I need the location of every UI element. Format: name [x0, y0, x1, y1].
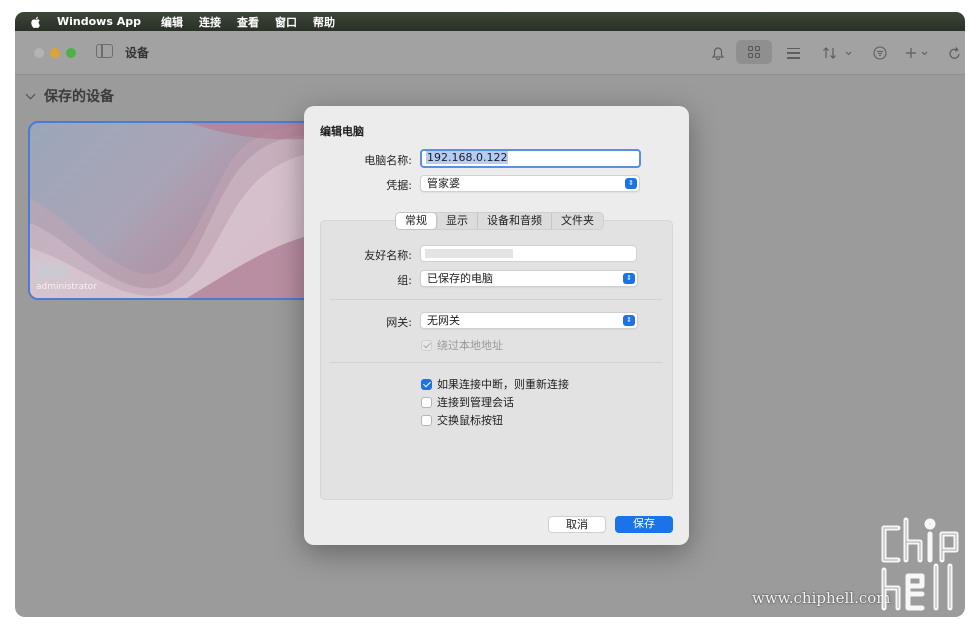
checkbox-box [421, 378, 432, 390]
toolbar: 设备 [15, 31, 965, 75]
divider [330, 299, 662, 300]
admin-session-checkbox[interactable]: 连接到管理会话 [421, 394, 514, 410]
save-button[interactable]: 保存 [615, 516, 673, 533]
saved-devices-header[interactable]: 保存的设备 [25, 86, 114, 106]
chevron-down-icon [25, 89, 36, 100]
tab-devices-audio[interactable]: 设备和音频 [478, 213, 552, 229]
chevron-updown-icon: ⇕ [623, 315, 635, 326]
menu-view[interactable]: 查看 [237, 14, 259, 30]
menu-help[interactable]: 帮助 [313, 14, 335, 30]
menu-app-name[interactable]: Windows App [57, 15, 141, 28]
menu-edit[interactable]: 编辑 [161, 14, 183, 30]
chiphell-logo [881, 517, 959, 611]
menu-connect[interactable]: 连接 [199, 14, 221, 30]
add-button[interactable] [904, 43, 934, 63]
reconnect-checkbox[interactable]: 如果连接中断，则重新连接 [421, 376, 569, 392]
device-username: administrator [36, 282, 97, 292]
chevron-updown-icon: ⇕ [625, 178, 637, 189]
credentials-select[interactable]: 管家婆 ⇕ [420, 175, 640, 192]
bell-icon[interactable] [710, 43, 726, 63]
grid-icon [748, 46, 760, 58]
credentials-value: 管家婆 [427, 177, 460, 190]
user-avatar [35, 263, 67, 279]
menu-window[interactable]: 窗口 [275, 14, 297, 30]
gateway-label: 网关: [386, 316, 412, 329]
sort-button[interactable] [821, 43, 857, 63]
friendly-name-input[interactable] [420, 245, 637, 262]
pc-name-input[interactable]: 192.168.0.122 [420, 149, 641, 168]
bypass-local-checkbox[interactable]: 绕过本地地址 [421, 337, 503, 353]
device-card[interactable]: administrator [28, 121, 318, 300]
bypass-local-label: 绕过本地地址 [437, 339, 503, 352]
friendly-name-label: 友好名称: [364, 249, 412, 262]
pc-name-value: 192.168.0.122 [426, 151, 509, 164]
group-value: 已保存的电脑 [427, 272, 493, 285]
menubar: Windows App 编辑 连接 查看 窗口 帮助 [15, 12, 965, 31]
checkbox-box [421, 414, 432, 426]
wallpaper-thumbnail [30, 123, 316, 298]
list-view-button[interactable] [784, 43, 802, 63]
chevron-updown-icon: ⇕ [623, 273, 635, 284]
sort-icon [823, 47, 852, 59]
tab-bar: 常规 显示 设备和音频 文件夹 [395, 212, 604, 230]
group-label: 组: [397, 274, 412, 287]
redacted-text [425, 249, 513, 258]
apple-icon[interactable] [29, 15, 43, 29]
tab-display[interactable]: 显示 [437, 213, 478, 229]
edit-pc-dialog: 编辑电脑 电脑名称: 192.168.0.122 凭据: 管家婆 ⇕ 常规 显示… [304, 106, 689, 545]
dialog-title: 编辑电脑 [320, 125, 364, 138]
checkbox-box [421, 339, 432, 351]
gateway-value: 无网关 [427, 314, 460, 327]
plus-icon [906, 48, 928, 58]
grid-view-button[interactable] [736, 40, 772, 64]
admin-session-label: 连接到管理会话 [437, 396, 514, 409]
maximize-button[interactable] [66, 48, 76, 58]
filter-icon[interactable] [872, 43, 888, 63]
tab-general[interactable]: 常规 [396, 213, 437, 229]
divider [330, 362, 662, 363]
cancel-button[interactable]: 取消 [548, 516, 606, 533]
tab-folders[interactable]: 文件夹 [552, 213, 603, 229]
swap-mouse-checkbox[interactable]: 交换鼠标按钮 [421, 412, 503, 428]
swap-mouse-label: 交换鼠标按钮 [437, 414, 503, 427]
section-title-label: 保存的设备 [44, 89, 114, 105]
watermark-text: www.chiphell.com [752, 589, 891, 607]
group-select[interactable]: 已保存的电脑 ⇕ [420, 270, 638, 287]
gateway-select[interactable]: 无网关 ⇕ [420, 312, 638, 329]
minimize-button[interactable] [50, 48, 60, 58]
credentials-label: 凭据: [386, 179, 412, 192]
sidebar-toggle-icon[interactable] [96, 44, 113, 58]
list-icon [786, 47, 800, 59]
close-button[interactable] [34, 48, 44, 58]
reconnect-label: 如果连接中断，则重新连接 [437, 378, 569, 391]
window-title: 设备 [125, 46, 150, 60]
checkbox-box [421, 396, 432, 408]
pc-name-label: 电脑名称: [364, 154, 412, 167]
refresh-icon[interactable] [946, 43, 962, 63]
